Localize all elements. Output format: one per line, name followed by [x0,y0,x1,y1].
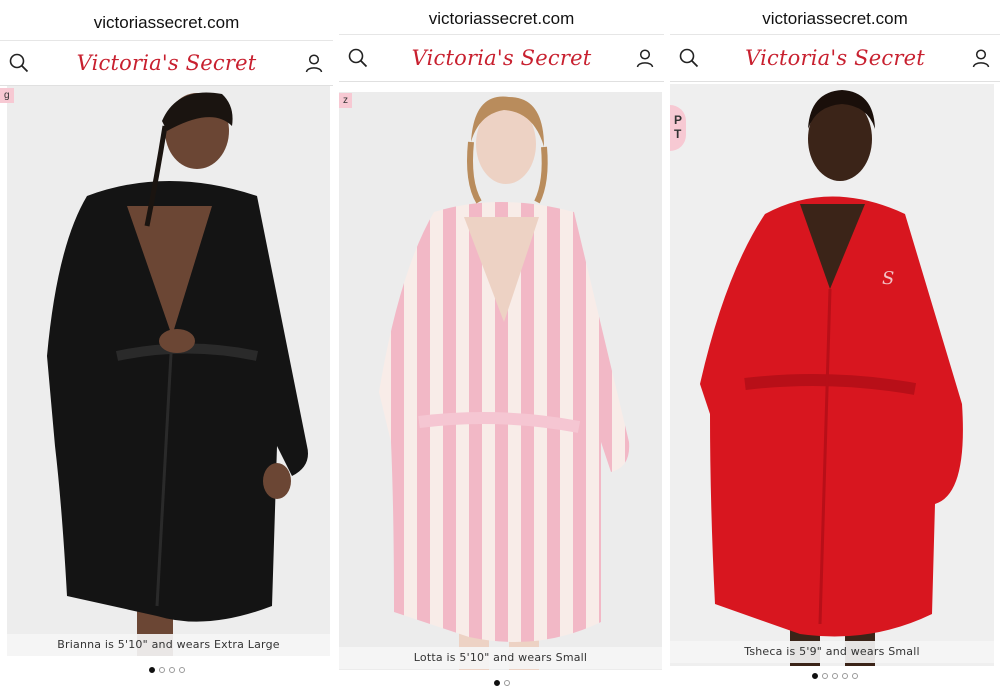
model-caption: Brianna is 5'10" and wears Extra Large [7,634,330,656]
url-bar[interactable]: victoriassecret.com [339,9,664,29]
carousel-dot[interactable] [168,667,175,673]
model-photo [7,86,330,656]
promo-badge: g [0,88,14,103]
model-photo [339,92,662,670]
screenshot-panel-1: victoriassecret.com Victoria's Secret g … [0,0,333,688]
site-header: Victoria's Secret [670,34,1000,82]
carousel-dot[interactable] [852,673,858,679]
account-icon[interactable] [634,47,656,69]
promo-badge: z [339,93,352,108]
account-icon[interactable] [970,47,992,69]
product-image[interactable] [7,86,330,656]
search-icon[interactable] [8,52,30,74]
site-header: Victoria's Secret [0,40,333,86]
model-caption: Tsheca is 5'9" and wears Small [670,641,994,663]
model-caption: Lotta is 5'10" and wears Small [339,647,662,669]
carousel-dots[interactable] [0,667,333,673]
carousel-dot[interactable] [812,673,818,679]
screenshot-panel-2: victoriassecret.com Victoria's Secret z … [339,0,664,688]
search-icon[interactable] [347,47,369,69]
url-bar[interactable]: victoriassecret.com [670,9,1000,29]
carousel-dots[interactable] [339,680,664,686]
carousel-dot[interactable] [493,680,500,686]
carousel-dot[interactable] [148,667,155,673]
svg-text:S: S [882,268,894,289]
carousel-dot[interactable] [842,673,848,679]
product-image[interactable] [339,92,662,670]
carousel-dot[interactable] [503,680,510,686]
search-icon[interactable] [678,47,700,69]
brand-logo[interactable]: Victoria's Secret [30,51,303,75]
account-icon[interactable] [303,52,325,74]
product-image[interactable]: S [670,84,994,666]
site-header: Victoria's Secret [339,34,664,82]
carousel-dot[interactable] [832,673,838,679]
carousel-dot[interactable] [178,667,185,673]
carousel-dots[interactable] [670,673,1000,679]
url-bar[interactable]: victoriassecret.com [0,13,333,33]
carousel-dot[interactable] [158,667,165,673]
carousel-dot[interactable] [822,673,828,679]
screenshot-panel-3: victoriassecret.com Victoria's Secret S … [670,0,1000,688]
model-photo: S [670,84,994,666]
brand-logo[interactable]: Victoria's Secret [700,46,970,70]
brand-logo[interactable]: Victoria's Secret [369,46,634,70]
